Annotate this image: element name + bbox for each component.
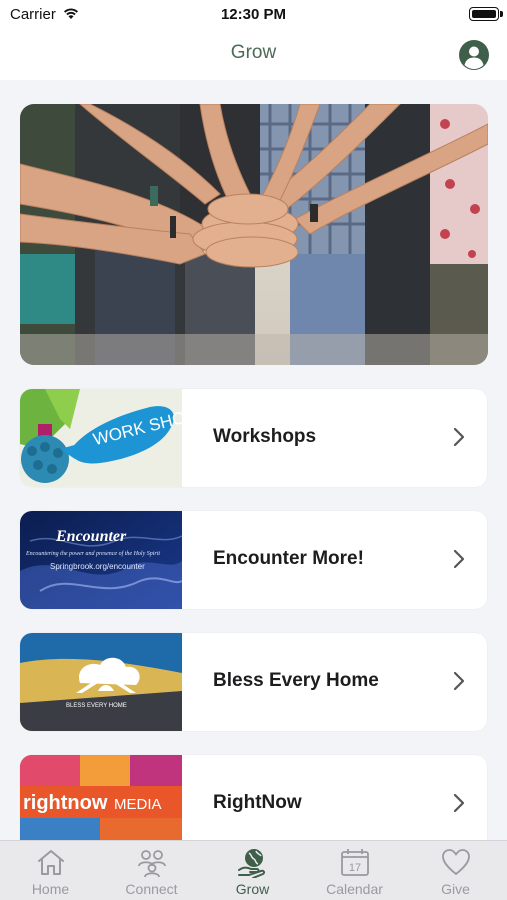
encounter-thumb-title: Encounter bbox=[55, 528, 127, 545]
list-item-label: Bless Every Home bbox=[213, 670, 379, 691]
tab-label: Home bbox=[31, 881, 70, 897]
tab-label: Connect bbox=[125, 881, 178, 897]
tab-grow[interactable]: Grow bbox=[202, 841, 303, 900]
tab-label: Grow bbox=[235, 881, 270, 897]
calendar-day: 17 bbox=[349, 862, 361, 874]
navigation-bar: Grow bbox=[0, 30, 507, 80]
tab-home[interactable]: Home bbox=[0, 841, 101, 900]
bless-every-home-thumbnail: BLESS EVERY HOME bbox=[20, 633, 182, 731]
globe-hand-icon bbox=[238, 849, 266, 878]
encounter-thumbnail: Encounter Encountering the power and pre… bbox=[20, 511, 182, 609]
workshops-thumbnail: WORK SHOPS bbox=[20, 389, 182, 487]
heart-icon bbox=[442, 849, 470, 875]
list-item-rightnow[interactable]: rightnow MEDIA RightNow bbox=[20, 755, 487, 840]
hero-image bbox=[20, 104, 488, 365]
tab-bar: Home Connect Grow 17 Calendar Give bbox=[0, 840, 507, 900]
bless-thumb-text: BLESS EVERY HOME bbox=[66, 703, 127, 709]
list-item-bless-every-home[interactable]: BLESS EVERY HOME Bless Every Home bbox=[20, 633, 487, 731]
people-icon bbox=[138, 850, 166, 878]
house-icon bbox=[38, 850, 64, 875]
page-title: Grow bbox=[230, 42, 277, 63]
content-scroll[interactable]: WORK SHOPS Workshops Encounter Encounter… bbox=[0, 80, 507, 840]
profile-button[interactable] bbox=[459, 40, 489, 70]
rightnow-thumb-word2: MEDIA bbox=[114, 796, 162, 813]
tab-label: Give bbox=[441, 881, 470, 897]
chevron-right-icon bbox=[453, 671, 465, 691]
list-item-label: RightNow bbox=[213, 792, 302, 813]
tab-label: Calendar bbox=[326, 881, 383, 897]
tab-give[interactable]: Give bbox=[405, 841, 506, 900]
tab-connect[interactable]: Connect bbox=[101, 841, 202, 900]
list-item-label: Encounter More! bbox=[213, 548, 364, 569]
list-item-encounter-more[interactable]: Encounter Encountering the power and pre… bbox=[20, 511, 487, 609]
chevron-right-icon bbox=[453, 549, 465, 569]
rightnow-thumbnail: rightnow MEDIA bbox=[20, 755, 182, 840]
calendar-icon: 17 bbox=[341, 849, 369, 876]
list-item-label: Workshops bbox=[213, 426, 317, 447]
person-circle-icon bbox=[464, 46, 484, 70]
stacked-hands-photo bbox=[20, 104, 488, 365]
rightnow-thumb-word1: rightnow bbox=[23, 792, 108, 814]
encounter-thumb-subtitle: Encountering the power and presence of t… bbox=[25, 550, 160, 557]
chevron-right-icon bbox=[453, 427, 465, 447]
status-bar: Carrier 12:30 PM bbox=[0, 0, 507, 30]
app-screen: Carrier 12:30 PM Grow WORK SHOPS Worksho… bbox=[0, 0, 507, 900]
encounter-thumb-url: Springbrook.org/encounter bbox=[50, 562, 145, 571]
tab-calendar[interactable]: 17 Calendar bbox=[304, 841, 405, 900]
battery-icon bbox=[469, 7, 503, 21]
list-item-workshops[interactable]: WORK SHOPS Workshops bbox=[20, 389, 487, 487]
chevron-right-icon bbox=[453, 793, 465, 813]
clock: 12:30 PM bbox=[220, 6, 287, 23]
